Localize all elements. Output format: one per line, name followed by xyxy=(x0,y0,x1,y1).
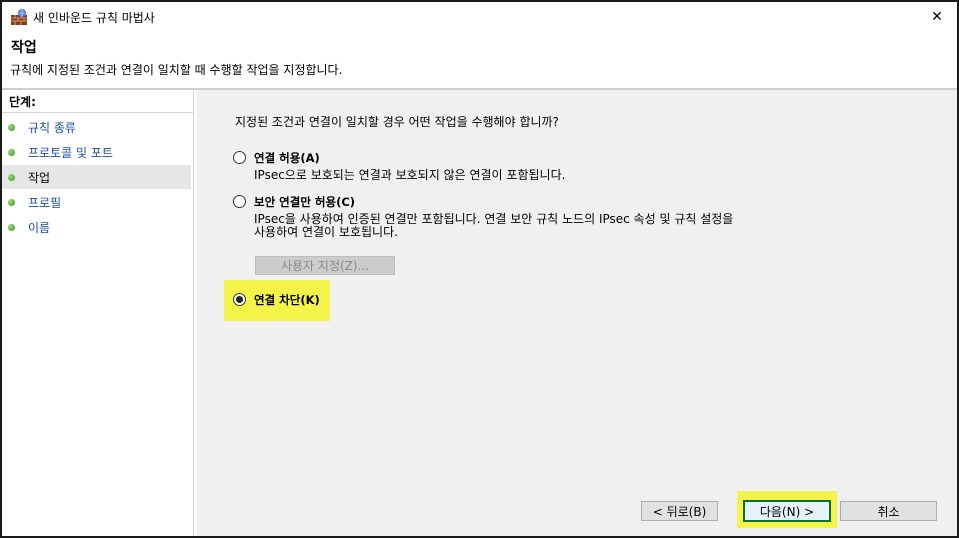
step-complete-icon xyxy=(8,223,15,231)
window-title: 새 인바운드 규칙 마법사 xyxy=(33,11,155,25)
step-label: 이름 xyxy=(28,220,51,235)
block-radio[interactable] xyxy=(233,293,246,306)
firewall-wall-icon xyxy=(10,8,28,26)
action-question: 지정된 조건과 연결이 일치할 경우 어떤 작업을 수행해야 합니까? xyxy=(235,115,559,129)
step-protocol-ports[interactable]: 프로토콜 및 포트 xyxy=(2,140,191,164)
step-action[interactable]: 작업 xyxy=(2,165,191,189)
steps-divider xyxy=(2,112,193,113)
main-content: 지정된 조건과 연결이 일치할 경우 어떤 작업을 수행해야 합니까? 연결 허… xyxy=(197,90,957,536)
allow-radio[interactable] xyxy=(233,151,246,164)
step-label: 규칙 종류 xyxy=(28,120,76,135)
close-button[interactable]: ✕ xyxy=(917,2,957,32)
option-label: 연결 차단(K) xyxy=(254,293,320,307)
step-label: 프로토콜 및 포트 xyxy=(28,145,113,160)
option-allow[interactable]: 연결 허용(A) IPsec으로 보호되는 연결과 보호되지 않은 연결이 포함… xyxy=(233,150,565,182)
back-button[interactable]: < 뒤로(B) xyxy=(641,501,718,521)
step-complete-icon xyxy=(8,198,15,206)
step-label: 프로필 xyxy=(28,195,62,210)
page-description: 규칙에 지정된 조건과 연결이 일치할 때 수행할 작업을 지정합니다. xyxy=(10,63,343,77)
step-complete-icon xyxy=(8,148,15,156)
step-profile[interactable]: 프로필 xyxy=(2,190,191,214)
option-label: 연결 허용(A) xyxy=(254,151,320,165)
option-description: IPsec을 사용하여 인증된 연결만 포함됩니다. 연결 보안 규칙 노드의 … xyxy=(254,213,733,239)
option-allow-secure[interactable]: 보안 연결만 허용(C) IPsec을 사용하여 인증된 연결만 포함됩니다. … xyxy=(233,194,733,239)
steps-panel: 단계: 규칙 종류 프로토콜 및 포트 작업 프로필 이름 xyxy=(2,90,194,536)
allow-secure-radio[interactable] xyxy=(233,195,246,208)
wizard-header: 작업 규칙에 지정된 조건과 연결이 일치할 때 수행할 작업을 지정합니다. xyxy=(2,32,957,88)
title-bar: 새 인바운드 규칙 마법사 ✕ xyxy=(2,2,957,32)
cancel-button[interactable]: 취소 xyxy=(840,501,937,521)
step-complete-icon xyxy=(8,173,15,181)
customize-button[interactable]: 사용자 지정(Z)... xyxy=(255,256,395,275)
option-description: IPsec으로 보호되는 연결과 보호되지 않은 연결이 포함됩니다. xyxy=(254,168,566,182)
step-name[interactable]: 이름 xyxy=(2,215,191,239)
option-description-line: 사용하여 연결이 보호됩니다. xyxy=(254,225,398,239)
step-rule-type[interactable]: 규칙 종류 xyxy=(2,115,191,139)
option-block[interactable]: 연결 차단(K) xyxy=(233,292,320,308)
wizard-window: 새 인바운드 규칙 마법사 ✕ 작업 규칙에 지정된 조건과 연결이 일치할 때… xyxy=(0,0,959,538)
page-title: 작업 xyxy=(11,40,37,56)
steps-title: 단계: xyxy=(9,95,36,109)
next-button[interactable]: 다음(N) > xyxy=(743,500,831,522)
close-icon: ✕ xyxy=(931,9,943,25)
step-complete-icon xyxy=(8,123,15,131)
option-label: 보안 연결만 허용(C) xyxy=(254,195,356,209)
step-label: 작업 xyxy=(28,170,51,185)
